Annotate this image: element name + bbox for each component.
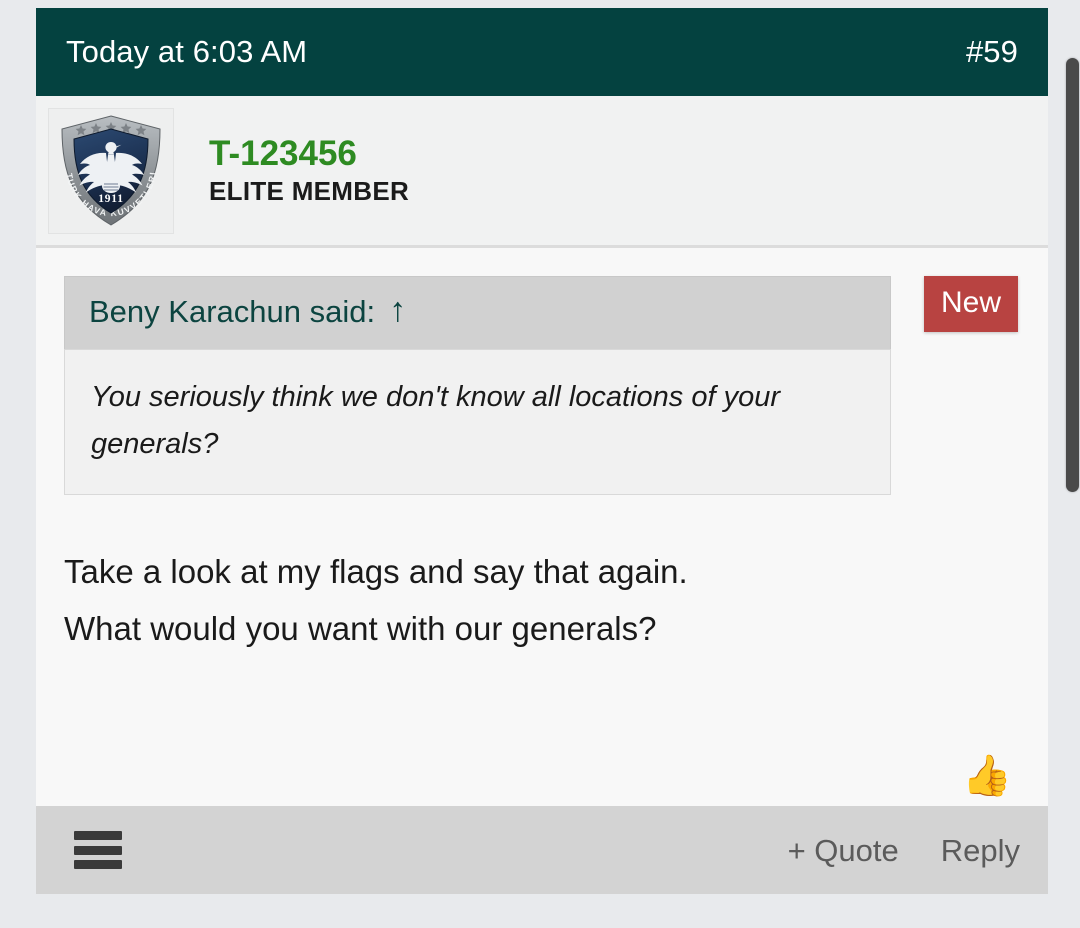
post-text-line: Take a look at my flags and say that aga… <box>64 553 688 591</box>
reply-button[interactable]: Reply <box>941 835 1020 866</box>
author-meta: T-123456 ELITE MEMBER <box>209 134 409 207</box>
turkish-air-force-emblem-icon: TURK HAVA KUVVETLERI 1911 <box>61 114 161 226</box>
post-message-body: New Beny Karachun said: ↑ You seriously … <box>36 248 1048 806</box>
quote-text: You seriously think we don't know all lo… <box>64 349 891 496</box>
post-footer-bar: + Quote Reply <box>36 806 1048 894</box>
author-username[interactable]: T-123456 <box>209 134 409 174</box>
menu-bar <box>74 831 122 840</box>
post-card: Today at 6:03 AM #59 TURK HAVA KUVVETLER… <box>36 8 1048 894</box>
vertical-scrollbar-thumb[interactable] <box>1066 58 1079 492</box>
thumbs-up-icon[interactable]: 👍 <box>962 756 1012 796</box>
quote-attribution[interactable]: Beny Karachun said: ↑ <box>64 276 891 350</box>
post-header-bar: Today at 6:03 AM #59 <box>36 8 1048 96</box>
avatar[interactable]: TURK HAVA KUVVETLERI 1911 <box>48 107 174 234</box>
svg-text:1911: 1911 <box>98 193 124 205</box>
post-timestamp: Today at 6:03 AM <box>66 34 308 69</box>
post-author-band: TURK HAVA KUVVETLERI 1911 T-123456 ELITE… <box>36 96 1048 248</box>
vertical-scrollbar-track[interactable] <box>1066 0 1080 928</box>
reaction-row: 👍 <box>962 756 1012 796</box>
author-user-title: ELITE MEMBER <box>209 176 410 207</box>
menu-bar <box>74 845 122 855</box>
jump-to-post-arrow-icon[interactable]: ↑ <box>389 293 406 327</box>
quote-button[interactable]: + Quote <box>788 835 899 866</box>
footer-actions: + Quote Reply <box>788 835 1020 866</box>
quote-author-label: Beny Karachun said: <box>89 294 376 329</box>
hamburger-menu-icon[interactable] <box>74 831 122 869</box>
menu-bar <box>74 860 122 869</box>
new-badge: New <box>923 276 1018 332</box>
post-text: Take a look at my flags and say that aga… <box>64 543 964 657</box>
quote-block: Beny Karachun said: ↑ You seriously thin… <box>64 276 891 496</box>
post-number[interactable]: #59 <box>966 34 1018 70</box>
post-text-line: What would you want with our generals? <box>64 610 657 648</box>
